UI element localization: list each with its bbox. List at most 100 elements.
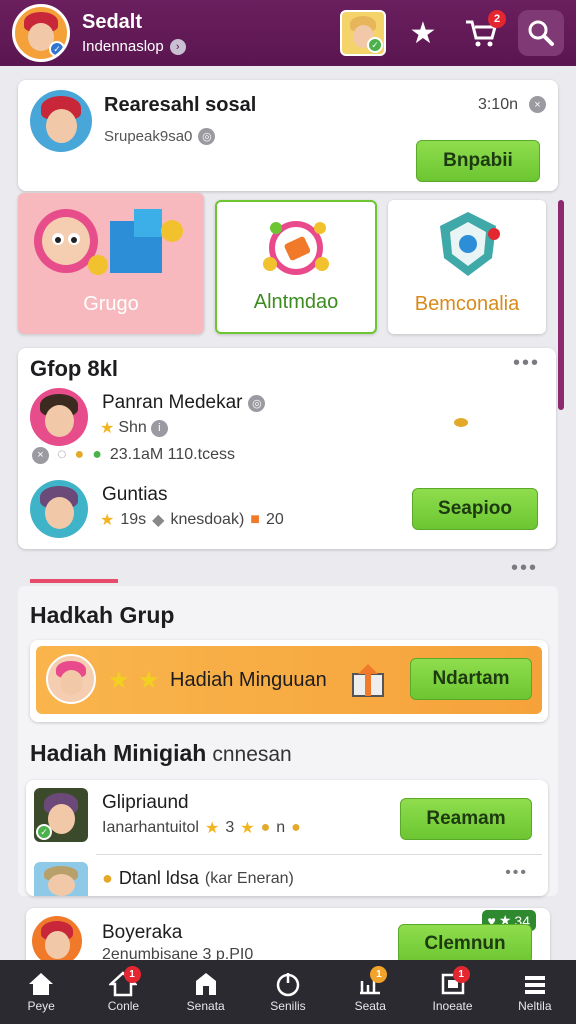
nav-label: Conle xyxy=(107,999,140,1013)
nav-label: Inoeate xyxy=(432,999,473,1013)
close-icon[interactable]: × xyxy=(529,96,546,113)
coin-icon: ● xyxy=(74,446,85,463)
row-action-button[interactable]: Reamam xyxy=(400,798,532,840)
star-icon: ★ xyxy=(240,820,255,837)
row-name: Boyeraka xyxy=(102,922,183,943)
star-icon[interactable]: ★ xyxy=(402,12,444,54)
nav-label: Senata xyxy=(186,999,225,1013)
weekly-subtitle: cnnesan xyxy=(212,743,292,766)
gift-ring-icon xyxy=(263,221,329,275)
scrollbar[interactable] xyxy=(558,200,564,410)
gift-icon: ■ xyxy=(250,511,260,528)
row-name: Dtanl ldsa xyxy=(118,868,199,888)
star-icon: ★ xyxy=(138,667,160,694)
row-action-button[interactable]: Clemnun xyxy=(398,924,532,964)
power-icon xyxy=(276,973,300,997)
banner-action-button[interactable]: Ndartam xyxy=(410,658,532,700)
search-button[interactable] xyxy=(518,10,564,56)
member-name: Guntias xyxy=(102,484,168,505)
nav-label: Peye xyxy=(27,999,55,1013)
nav-badge: 1 xyxy=(123,966,141,983)
weekly-title: Hadiah Minigiah xyxy=(30,740,207,766)
loading-icon: ◌ xyxy=(57,446,67,463)
weekly-reward-container: ★ ★ Hadiah Minguuan Ndartam xyxy=(30,640,548,722)
member-extra: knesdoak) xyxy=(170,511,245,528)
notification-time: 3:10n xyxy=(477,96,518,113)
notification-action-button[interactable]: Bnpabii xyxy=(416,140,540,182)
banner-text: Hadiah Minguuan xyxy=(170,669,327,691)
app-title: Sedalt xyxy=(82,11,143,33)
home-icon xyxy=(29,973,54,995)
member-meta: 19s xyxy=(120,511,147,528)
verified-icon: ✓ xyxy=(49,41,65,57)
search-icon xyxy=(528,20,554,46)
baby-blocks-icon xyxy=(34,209,183,275)
info-icon: i xyxy=(150,419,168,437)
check-icon: ✓ xyxy=(36,824,52,840)
more-icon[interactable]: ••• xyxy=(513,352,540,375)
section-title: Hadkah Grup xyxy=(30,602,175,628)
nav-item-neltila[interactable]: Neltila xyxy=(494,960,576,1024)
tile-alntmdao[interactable]: Alntmdao xyxy=(215,200,377,334)
weekly-reward-banner[interactable]: ★ ★ Hadiah Minguuan Ndartam xyxy=(36,646,542,714)
star-icon: ★ xyxy=(204,820,220,837)
star-icon: ★ xyxy=(100,420,115,437)
nav-item-conle[interactable]: 1 Conle xyxy=(82,960,164,1024)
check-icon: ✓ xyxy=(367,37,383,53)
close-icon[interactable]: × xyxy=(32,446,49,464)
shop-icon xyxy=(195,973,216,995)
globe-icon: ◎ xyxy=(198,128,216,145)
tile-label: Alntmdao xyxy=(253,291,339,313)
member-meta: Shn xyxy=(118,419,147,436)
more-icon[interactable]: ••• xyxy=(511,557,538,580)
member-count: 20 xyxy=(265,511,284,528)
coin-icon: ● xyxy=(102,868,113,888)
nav-item-inoeate[interactable]: 1 Inoeate xyxy=(411,960,493,1024)
weekly-list: ✓ Glipriaund Ianarhantuitol ★ 3 ★ ● n ● … xyxy=(26,780,548,896)
tile-grugo[interactable]: Grugo xyxy=(18,193,204,334)
row-detail: Ianarhantuitol xyxy=(102,819,199,836)
group-list-card: Gfop 8kl ••• Panran Medekar ◎ ★ Shn i × … xyxy=(18,348,556,549)
tile-label: Grugo xyxy=(83,293,139,315)
app-header: ✓ Sedalt Indennaslop › ✓ ★ 2 xyxy=(0,0,576,66)
star-icon: ★ xyxy=(108,667,130,694)
globe-icon: ◎ xyxy=(248,394,266,412)
bottom-navigation: Peye 1 Conle Senata Senilis 1 Seata 1 In… xyxy=(0,960,576,1024)
nav-label: Seata xyxy=(354,999,386,1013)
nav-item-peye[interactable]: Peye xyxy=(0,960,82,1024)
app-subtitle: Indennaslop xyxy=(82,38,164,55)
nav-item-senilis[interactable]: Senilis xyxy=(247,960,329,1024)
chat-icon: ● xyxy=(92,446,102,463)
rewards-section: Hadkah Grup ★ ★ Hadiah Minguuan Ndartam … xyxy=(18,586,558,896)
chat-icon: ◆ xyxy=(152,512,165,529)
tile-bemconalia[interactable]: Bemconalia xyxy=(388,200,546,334)
row-name: Glipriaund xyxy=(102,792,189,813)
character-badge-image[interactable]: ✓ xyxy=(340,10,386,56)
section-indicator xyxy=(30,579,118,583)
row-divider xyxy=(96,854,542,855)
row-suffix: n xyxy=(276,819,286,836)
profile-avatar[interactable]: ✓ xyxy=(12,4,70,62)
member-avatar xyxy=(30,480,88,538)
star-icon: ★ xyxy=(100,512,115,529)
arrow-right-icon[interactable]: › xyxy=(169,38,186,55)
cart-badge: 2 xyxy=(488,10,506,28)
row-avatar xyxy=(32,916,82,966)
notification-avatar xyxy=(30,90,92,152)
more-icon[interactable]: ••• xyxy=(505,864,528,882)
member-card-boyeraka: Boyeraka 2enumbisane 3 p.PI0 ♥ ★ 34 Clemn… xyxy=(26,908,550,968)
nav-label: Neltila xyxy=(518,999,552,1013)
shield-icon xyxy=(440,212,500,276)
row-avatar xyxy=(34,862,88,896)
row-detail: (kar Eneran) xyxy=(204,869,294,887)
nav-item-senata[interactable]: Senata xyxy=(165,960,247,1024)
nav-label: Senilis xyxy=(270,999,306,1013)
nav-badge: 1 xyxy=(452,966,470,983)
member-extra: 23.1aM 110.tcess xyxy=(109,446,235,463)
member-name: Panran Medekar xyxy=(102,392,243,413)
member-action-button[interactable]: Seapioo xyxy=(412,488,538,530)
nav-item-seata[interactable]: 1 Seata xyxy=(329,960,411,1024)
member-avatar xyxy=(30,388,88,446)
cart-icon[interactable]: 2 xyxy=(460,10,506,54)
tile-label: Bemconalia xyxy=(414,293,520,315)
